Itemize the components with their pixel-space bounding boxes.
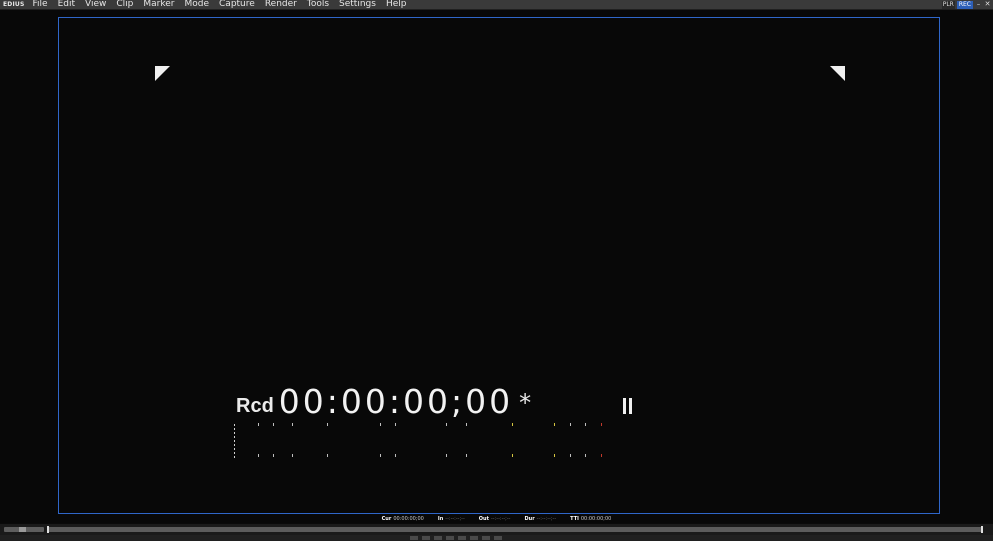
menu-capture[interactable]: Capture: [214, 0, 260, 9]
in-timecode: In --:--:--;--: [437, 516, 465, 522]
menu-view[interactable]: View: [80, 0, 111, 9]
playback-button[interactable]: [470, 536, 478, 540]
playback-button[interactable]: [494, 536, 502, 540]
out-timecode: Out --:--:--;--: [478, 516, 511, 522]
close-icon[interactable]: ✕: [984, 0, 991, 9]
playback-button[interactable]: [446, 536, 454, 540]
menu-file[interactable]: File: [28, 0, 53, 9]
timecode-overlay: Rcd 00:00:00;00 *: [236, 380, 531, 420]
playback-button[interactable]: [410, 536, 418, 540]
menu-clip[interactable]: Clip: [111, 0, 138, 9]
scrub-bar[interactable]: [0, 524, 993, 535]
recorder-toggle[interactable]: REC: [956, 0, 973, 9]
menu-render[interactable]: Render: [260, 0, 302, 9]
menu-bar: EDIUS File Edit View Clip Marker Mode Ca…: [0, 0, 993, 10]
shuttle-knob[interactable]: [19, 527, 26, 532]
level-ticks-top: [234, 423, 614, 427]
pause-icon: [623, 398, 634, 414]
minimize-icon[interactable]: –: [975, 0, 982, 9]
timecode-status-bar: Cur 00:00:00;00 In --:--:--;-- Out --:--:--…: [0, 514, 993, 524]
level-meter-start-icon: [234, 424, 235, 458]
recorder-viewer: [0, 10, 993, 523]
window-controls: PLR REC – ✕: [941, 0, 991, 9]
duration-timecode: Dur --:--:--;--: [524, 516, 557, 522]
safe-area-frame: [58, 17, 940, 514]
mode-label: Rcd: [236, 395, 274, 417]
playback-button[interactable]: [482, 536, 490, 540]
menu-mode[interactable]: Mode: [179, 0, 214, 9]
playback-button[interactable]: [422, 536, 430, 540]
menu-marker[interactable]: Marker: [138, 0, 179, 9]
playback-buttons: [410, 536, 610, 541]
position-slider-track[interactable]: [47, 527, 982, 532]
menu-help[interactable]: Help: [381, 0, 412, 9]
level-ticks-bottom: [234, 454, 614, 458]
player-toggle[interactable]: PLR: [941, 0, 955, 9]
menu-tools[interactable]: Tools: [302, 0, 334, 9]
corner-marker-right-icon: [830, 66, 845, 81]
corner-marker-left-icon: [155, 66, 170, 81]
playback-button[interactable]: [434, 536, 442, 540]
menu-edit[interactable]: Edit: [53, 0, 80, 9]
menu-settings[interactable]: Settings: [334, 0, 381, 9]
playhead-start-handle[interactable]: [47, 526, 49, 533]
playhead-end-handle[interactable]: [981, 526, 983, 533]
asterisk-indicator: *: [519, 389, 532, 417]
total-timecode: TTl 00:00:00;00: [570, 516, 612, 522]
current-timecode: Cur 00:00:00;00: [381, 516, 424, 522]
timecode-display: 00:00:00;00: [278, 382, 514, 421]
playback-button[interactable]: [458, 536, 466, 540]
app-logo: EDIUS: [3, 1, 25, 8]
